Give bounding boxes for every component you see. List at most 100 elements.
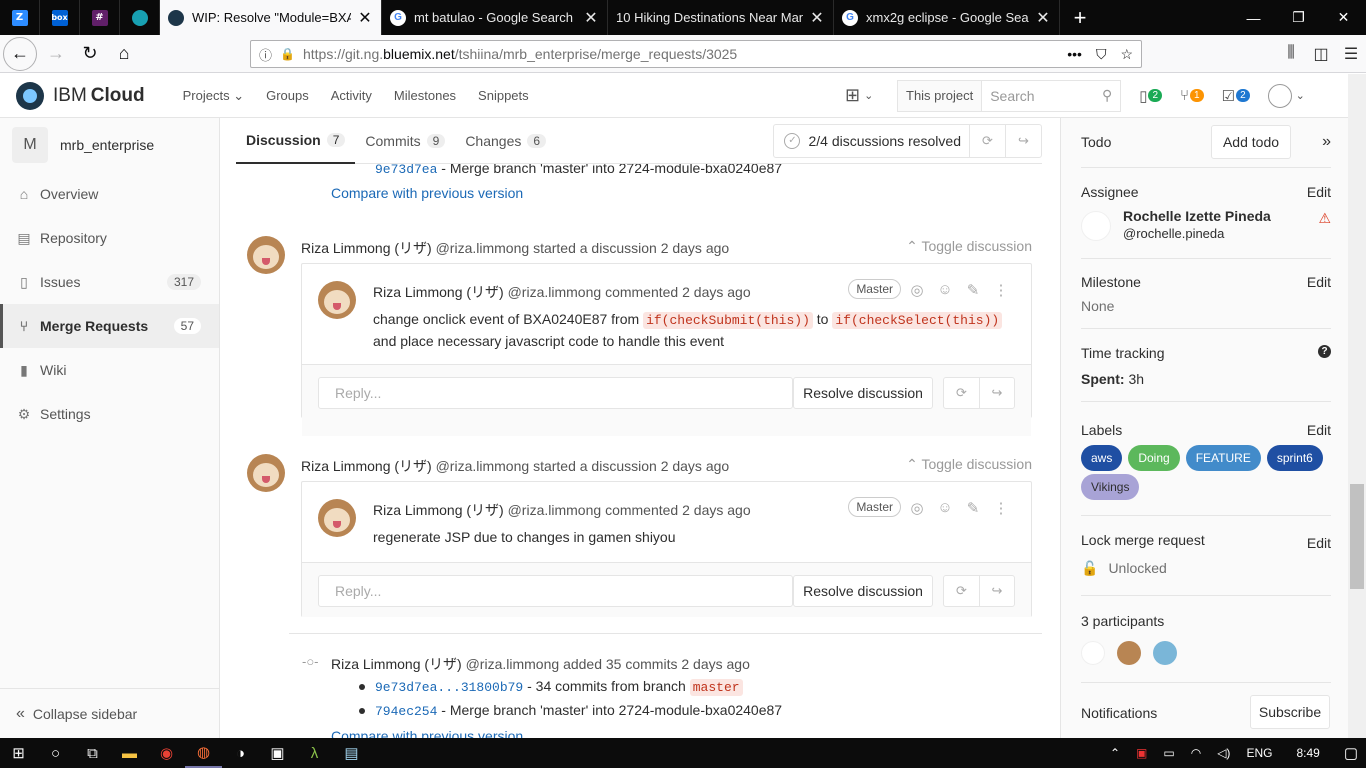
sidebar-toggle-icon[interactable]: ◫ bbox=[1306, 44, 1336, 64]
notepad-icon[interactable]: ▤ bbox=[333, 738, 370, 768]
nav-activity[interactable]: Activity bbox=[331, 88, 372, 104]
tab-hiking-destinations[interactable]: 10 Hiking Destinations Near Manila ✕ bbox=[608, 0, 834, 35]
task-view-icon[interactable]: ⧉ bbox=[74, 738, 111, 768]
new-issue-icon[interactable]: ↪ bbox=[979, 378, 1014, 408]
commit-range-link[interactable]: 9e73d7ea...31800b79 bbox=[375, 680, 523, 695]
volume-icon[interactable]: ◁) bbox=[1217, 746, 1230, 760]
pocket-icon[interactable]: ⛉ bbox=[1096, 46, 1107, 63]
jump-to-next-icon[interactable]: ⟳ bbox=[944, 576, 979, 606]
resolve-discussion-button[interactable]: Resolve discussion bbox=[793, 575, 933, 607]
help-icon[interactable]: ? bbox=[1318, 345, 1331, 358]
project-header[interactable]: M mrb_enterprise bbox=[0, 118, 219, 172]
pinned-tab-slack[interactable]: # bbox=[80, 0, 120, 35]
commit-sha[interactable]: 9e73d7ea bbox=[375, 162, 437, 177]
label-pill[interactable]: aws bbox=[1081, 445, 1123, 471]
avatar[interactable] bbox=[318, 281, 356, 319]
label-pill[interactable]: sprint6 bbox=[1266, 445, 1323, 471]
more-actions-icon[interactable]: ⋮ bbox=[987, 499, 1015, 517]
merge-requests-shortcut[interactable]: ⑂ 1 bbox=[1180, 87, 1204, 104]
new-issue-for-discussions-icon[interactable]: ↪ bbox=[1005, 125, 1041, 157]
sidebar-item-overview[interactable]: ⌂ Overview bbox=[0, 172, 219, 216]
eclipse-icon[interactable]: ◑ bbox=[222, 738, 259, 768]
new-tab-button[interactable]: + bbox=[1060, 0, 1100, 35]
reply-input[interactable]: Reply... bbox=[318, 377, 793, 409]
user-menu[interactable]: ⌄ bbox=[1267, 83, 1305, 108]
author-name[interactable]: Riza Limmong (リザ) bbox=[301, 458, 432, 474]
resolve-check-icon[interactable]: ◎ bbox=[903, 499, 931, 517]
author-handle[interactable]: @riza.limmong bbox=[436, 458, 530, 474]
pinned-tab-app[interactable] bbox=[120, 0, 160, 35]
tab-commits[interactable]: Commits 9 bbox=[355, 118, 455, 164]
show-hidden-icons[interactable]: ⌃ bbox=[1110, 746, 1120, 760]
resolve-discussion-button[interactable]: Resolve discussion bbox=[793, 377, 933, 409]
close-icon[interactable]: ✕ bbox=[357, 8, 373, 28]
issues-shortcut[interactable]: ▯ 2 bbox=[1139, 87, 1163, 105]
participant-avatar[interactable] bbox=[1153, 641, 1177, 665]
close-icon[interactable]: ✕ bbox=[809, 8, 825, 28]
close-icon[interactable]: ✕ bbox=[1035, 8, 1051, 28]
emoji-icon[interactable]: ☺ bbox=[931, 281, 959, 299]
library-icon[interactable]: ⫼ bbox=[1276, 44, 1306, 64]
nav-milestones[interactable]: Milestones bbox=[394, 88, 456, 104]
edit-lock-link[interactable]: Edit bbox=[1307, 535, 1331, 551]
nav-projects[interactable]: Projects ⌄ bbox=[183, 88, 244, 104]
author-handle[interactable]: @riza.limmong bbox=[436, 240, 530, 256]
action-center-icon[interactable]: ▢ bbox=[1344, 744, 1358, 762]
sidebar-item-settings[interactable]: ⚙ Settings bbox=[0, 392, 219, 436]
tab-google-search-eclipse[interactable]: G xmx2g eclipse - Google Search ✕ bbox=[834, 0, 1060, 35]
home-button[interactable]: ⌂ bbox=[109, 39, 139, 69]
edit-labels-link[interactable]: Edit bbox=[1307, 422, 1331, 438]
windows-start-icon[interactable]: ⊞ bbox=[0, 738, 37, 768]
commit-sha[interactable]: 794ec254 bbox=[375, 704, 437, 719]
remote-desktop-icon[interactable]: ▣ bbox=[259, 738, 296, 768]
address-bar[interactable]: ⓘ 🔒 https://git.ng. bluemix.net/tshiina/m… bbox=[250, 40, 1142, 68]
app-tray-icon[interactable]: ▣ bbox=[1136, 746, 1147, 760]
label-pill[interactable]: Doing bbox=[1128, 445, 1180, 471]
toggle-discussion-button[interactable]: ⌃ Toggle discussion bbox=[906, 238, 1032, 255]
author-name[interactable]: Riza Limmong (リザ) bbox=[301, 240, 432, 256]
tab-discussion[interactable]: Discussion 7 bbox=[236, 118, 356, 164]
close-window-button[interactable]: ✕ bbox=[1321, 0, 1366, 35]
cortana-search-icon[interactable]: ○ bbox=[37, 738, 74, 768]
nav-snippets[interactable]: Snippets bbox=[478, 88, 529, 104]
maximize-button[interactable]: ❐ bbox=[1276, 0, 1321, 35]
bookmark-star-icon[interactable]: ☆ bbox=[1120, 46, 1133, 63]
compare-previous-version-link[interactable]: Compare with previous version bbox=[331, 728, 523, 738]
add-todo-button[interactable]: Add todo bbox=[1211, 125, 1291, 159]
scrollbar-thumb[interactable] bbox=[1350, 484, 1364, 589]
reply-input[interactable]: Reply... bbox=[318, 575, 793, 607]
author-name[interactable]: Riza Limmong (リザ) bbox=[373, 284, 504, 300]
edit-pencil-icon[interactable]: ✎ bbox=[959, 281, 987, 299]
ibm-cloud-logo[interactable]: IBM Cloud bbox=[16, 81, 145, 110]
edit-pencil-icon[interactable]: ✎ bbox=[959, 499, 987, 517]
back-button[interactable]: ← bbox=[3, 36, 37, 71]
info-icon[interactable]: ⓘ bbox=[259, 45, 272, 64]
tab-google-search-batulao[interactable]: G mt batulao - Google Search ✕ bbox=[382, 0, 608, 35]
label-pill[interactable]: FEATURE bbox=[1185, 445, 1261, 471]
tab-changes[interactable]: Changes 6 bbox=[455, 118, 556, 164]
avatar[interactable] bbox=[318, 499, 356, 537]
edit-assignee-link[interactable]: Edit bbox=[1307, 184, 1331, 200]
reload-button[interactable]: ↻ bbox=[75, 39, 105, 69]
battery-icon[interactable]: ▭ bbox=[1163, 746, 1174, 760]
avatar[interactable] bbox=[247, 454, 285, 492]
more-actions-icon[interactable]: ⋮ bbox=[987, 281, 1015, 299]
clock[interactable]: 8:49 bbox=[1296, 746, 1319, 760]
assignee-avatar[interactable] bbox=[1081, 211, 1111, 241]
participant-avatar[interactable] bbox=[1081, 641, 1105, 665]
pinned-tab-box[interactable]: box bbox=[40, 0, 80, 35]
toggle-discussion-button[interactable]: ⌃ Toggle discussion bbox=[906, 456, 1032, 473]
author-name[interactable]: Riza Limmong (リザ) bbox=[373, 502, 504, 518]
assignee-name[interactable]: Rochelle Izette Pineda bbox=[1123, 208, 1271, 224]
todos-shortcut[interactable]: ☑ 2 bbox=[1222, 87, 1250, 105]
new-item-dropdown[interactable]: ⊞ ⌄ bbox=[845, 85, 885, 106]
author-handle[interactable]: @riza.limmong bbox=[508, 284, 602, 300]
firefox-icon[interactable]: ◍ bbox=[185, 738, 222, 768]
chrome-icon[interactable]: ◉ bbox=[148, 738, 185, 768]
sidebar-item-merge-requests[interactable]: ⑂ Merge Requests 57 bbox=[0, 304, 219, 348]
collapse-right-sidebar-icon[interactable]: » bbox=[1322, 133, 1331, 151]
input-language[interactable]: ENG bbox=[1246, 746, 1272, 760]
file-explorer-icon[interactable]: ▬ bbox=[111, 738, 148, 768]
search-scope[interactable]: This project bbox=[897, 79, 982, 112]
page-actions-icon[interactable]: ••• bbox=[1067, 46, 1082, 63]
